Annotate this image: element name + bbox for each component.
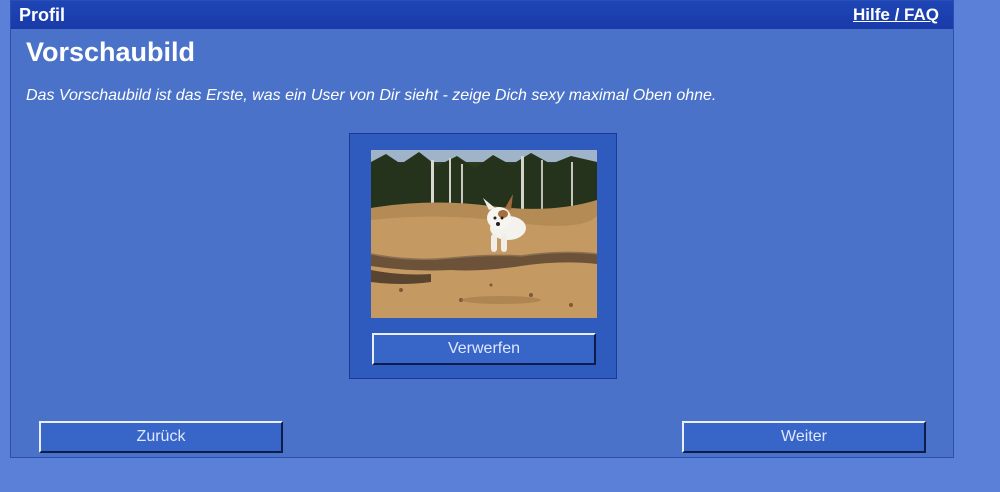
page-description: Das Vorschaubild ist das Erste, was ein …	[26, 87, 717, 104]
back-button[interactable]: Zurück	[39, 421, 283, 453]
help-faq-link[interactable]: Hilfe / FAQ	[853, 5, 939, 25]
next-button[interactable]: Weiter	[682, 421, 926, 453]
window-title: Profil	[19, 5, 66, 25]
discard-button[interactable]: Verwerfen	[372, 333, 596, 365]
profile-panel: Profil Hilfe / FAQ Vorschaubild Das Vors…	[10, 0, 954, 458]
preview-image-box: Verwerfen	[349, 133, 617, 379]
preview-image	[371, 150, 597, 318]
page-title: Vorschaubild	[26, 37, 196, 67]
title-bar: Profil Hilfe / FAQ	[11, 1, 953, 29]
